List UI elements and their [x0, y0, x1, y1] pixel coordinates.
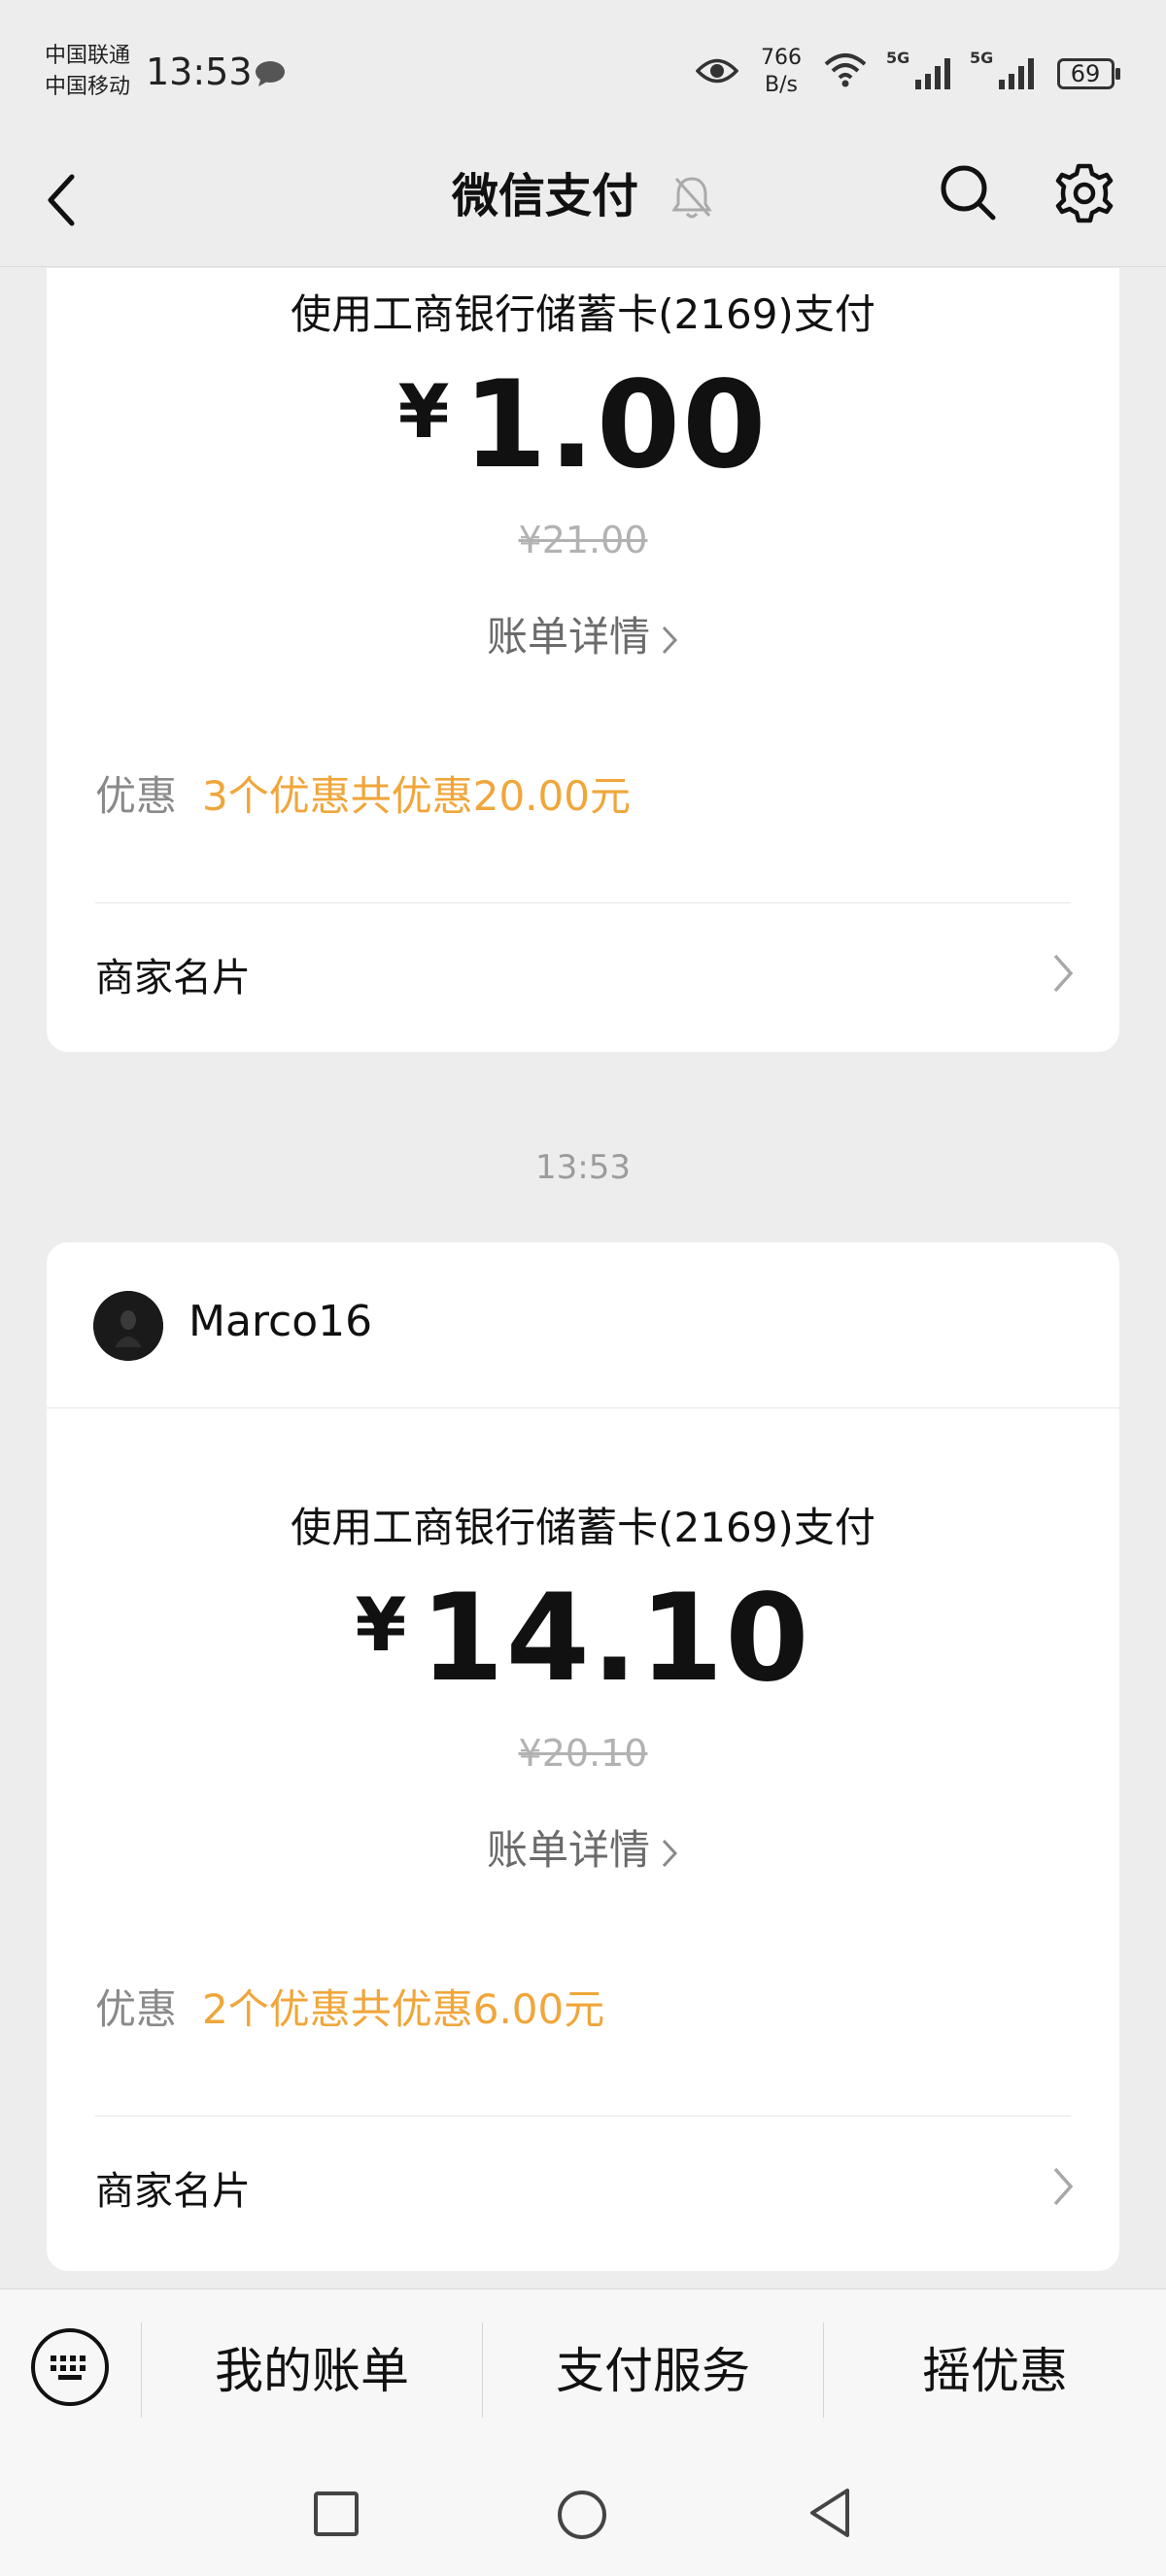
status-icons: 766 B/s 5G 5G 69 — [694, 45, 1121, 103]
pay-amount: ¥14.10 — [355, 1569, 811, 1709]
search-icon[interactable] — [937, 161, 999, 223]
chevron-right-icon — [662, 1839, 678, 1867]
keyboard-icon[interactable] — [29, 2326, 111, 2408]
status-clock: 13:53 — [146, 51, 253, 93]
cell-signal-2-icon: 5G — [970, 49, 1044, 91]
original-amount: ¥21.00 — [518, 519, 648, 561]
merchant-card-label: 商家名片 — [95, 2169, 251, 2214]
merchant-header[interactable]: Marco16 — [47, 1242, 1119, 1407]
merchant-card-label: 商家名片 — [95, 956, 251, 1000]
pay-amount: ¥1.00 — [397, 356, 769, 495]
nav-bar: 微信支付 — [0, 146, 1166, 267]
chevron-right-icon — [1053, 954, 1074, 993]
battery-level: 69 — [1070, 60, 1101, 87]
home-icon[interactable] — [556, 2489, 608, 2541]
wifi-icon — [824, 53, 867, 87]
system-nav-bar — [0, 2452, 1166, 2576]
merchant-card-row[interactable]: 商家名片 — [47, 2117, 1119, 2262]
carrier-2: 中国移动 — [45, 75, 131, 99]
back-icon[interactable] — [43, 171, 82, 229]
pay-method: 使用工商银行储蓄卡(2169)支付 — [291, 290, 875, 338]
payment-card: Marco16 使用工商银行储蓄卡(2169)支付 ¥14.10 ¥20.10 … — [47, 1242, 1119, 2271]
payment-card: 使用工商银行储蓄卡(2169)支付 ¥1.00 ¥21.00 账单详情 优惠 3个… — [47, 268, 1119, 1052]
menu-my-bills[interactable]: 我的账单 — [142, 2289, 482, 2453]
divider — [47, 1407, 1119, 1408]
chat-notification-icon — [256, 61, 285, 86]
chevron-right-icon — [662, 626, 678, 654]
avatar — [93, 1291, 163, 1361]
bill-detail-link[interactable]: 账单详情 — [47, 604, 1119, 663]
page-title: 微信支付 — [452, 169, 639, 223]
cell-signal-1-icon: 5G — [886, 49, 960, 91]
menu-payment-services[interactable]: 支付服务 — [483, 2289, 823, 2453]
mute-bell-icon — [671, 177, 712, 219]
battery-icon: 69 — [1057, 58, 1121, 89]
merchant-name: Marco16 — [189, 1297, 373, 1346]
bill-detail-link[interactable]: 账单详情 — [47, 1817, 1119, 1877]
pay-method: 使用工商银行储蓄卡(2169)支付 — [291, 1504, 875, 1551]
settings-icon[interactable] — [1052, 161, 1116, 225]
status-bar: 中国联通 中国移动 13:53 766 B/s 5G 5G 69 — [0, 0, 1166, 146]
net-speed: 766 B/s — [761, 46, 802, 97]
carrier-labels: 中国联通 中国移动 — [45, 41, 152, 103]
menu-shake-offers[interactable]: 摇优惠 — [824, 2289, 1166, 2453]
original-amount: ¥20.10 — [518, 1732, 648, 1775]
recent-apps-icon[interactable] — [313, 2491, 360, 2537]
message-list[interactable]: 使用工商银行储蓄卡(2169)支付 ¥1.00 ¥21.00 账单详情 优惠 3个… — [0, 268, 1166, 2288]
carrier-1: 中国联通 — [45, 44, 131, 68]
bottom-menu: 我的账单 支付服务 摇优惠 — [0, 2288, 1166, 2452]
discount-row: 优惠 3个优惠共优惠20.00元 — [95, 772, 631, 820]
eye-icon — [696, 58, 738, 84]
system-back-icon[interactable] — [806, 2487, 853, 2539]
discount-row: 优惠 2个优惠共优惠6.00元 — [95, 1985, 605, 2033]
chevron-right-icon — [1053, 2167, 1074, 2206]
message-timestamp: 13:53 — [535, 1148, 631, 1187]
merchant-card-row[interactable]: 商家名片 — [47, 903, 1119, 1049]
